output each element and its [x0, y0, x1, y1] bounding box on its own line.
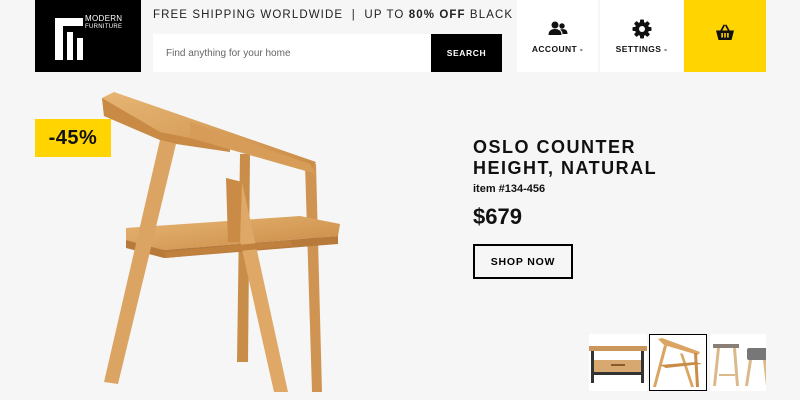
promo-highlight: 80% OFF — [408, 9, 466, 21]
logo-text: MODERN FURNITURE — [85, 14, 122, 32]
header: MODERN FURNITURE FREE SHIPPING WORLDWIDE… — [0, 0, 800, 73]
stools-icon — [713, 344, 766, 386]
chair-image — [102, 92, 340, 392]
shop-now-button[interactable]: SHOP NOW — [473, 244, 573, 279]
search-button[interactable]: SEARCH — [431, 34, 502, 72]
product-title: OSLO COUNTER HEIGHT, NATURAL — [473, 137, 733, 179]
promo-banner: FREE SHIPPING WORLDWIDE | UP TO 80% OFF … — [153, 9, 565, 21]
product-title-line1: OSLO COUNTER — [473, 137, 637, 157]
thumbnail-oak-chair[interactable] — [649, 334, 707, 391]
console-table-icon — [589, 346, 647, 383]
cart-button[interactable] — [684, 0, 766, 72]
logo-line2: FURNITURE — [85, 24, 123, 30]
oak-chair-icon — [653, 338, 702, 387]
settings-menu[interactable]: SETTINGS - — [600, 0, 683, 72]
discount-badge: -45% — [35, 119, 111, 157]
promo-text: FREE SHIPPING WORLDWIDE | UP TO — [153, 9, 409, 21]
product-title-line2: HEIGHT, NATURAL — [473, 158, 658, 178]
thumbnail-stools[interactable] — [710, 334, 766, 391]
product-price: $679 — [473, 204, 522, 229]
users-icon — [548, 21, 567, 35]
search-bar: SEARCH — [153, 34, 502, 72]
thumbnail-console-table[interactable] — [589, 334, 647, 391]
settings-label: SETTINGS - — [615, 44, 668, 54]
logo[interactable]: MODERN FURNITURE — [35, 0, 141, 72]
item-number: item #134-456 — [473, 183, 546, 195]
gear-icon — [632, 19, 651, 39]
logo-line1: MODERN — [85, 14, 123, 23]
search-input[interactable] — [153, 34, 431, 72]
basket-icon — [716, 24, 734, 40]
account-menu[interactable]: ACCOUNT - — [517, 0, 598, 72]
account-label: ACCOUNT - — [531, 44, 584, 54]
